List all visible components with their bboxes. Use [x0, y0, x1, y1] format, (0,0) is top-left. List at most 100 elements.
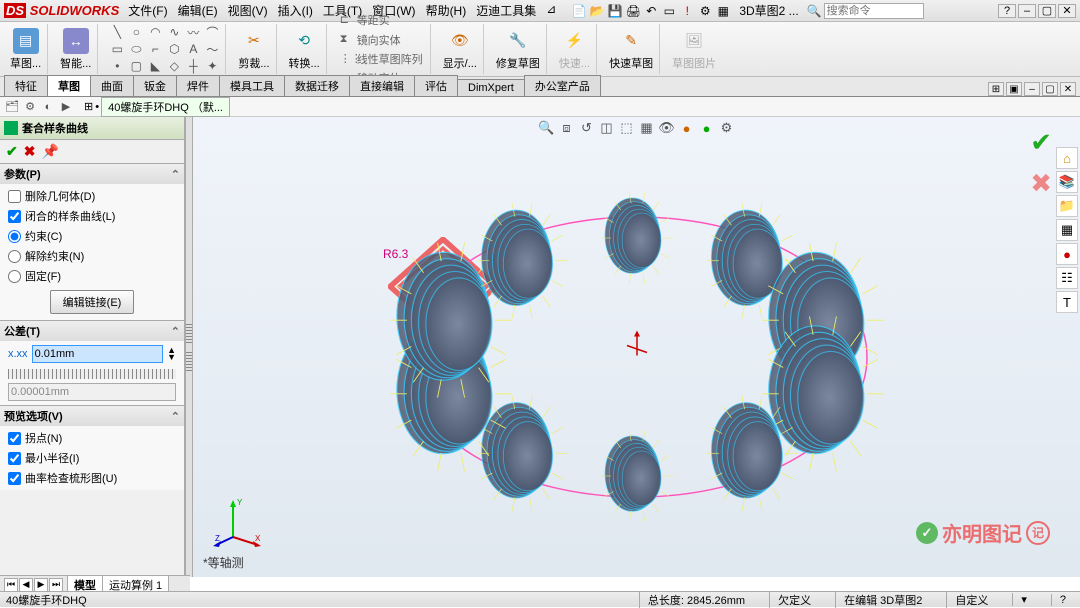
arrow-icon[interactable]: ▶: [58, 99, 74, 115]
ok-button[interactable]: ✔: [6, 143, 18, 160]
forum-icon[interactable]: T: [1056, 291, 1078, 313]
menu-file[interactable]: 文件(F): [125, 0, 170, 21]
tab-dimxpert[interactable]: DimXpert: [457, 79, 525, 96]
delete-geometry-checkbox[interactable]: 删除几何体(D): [8, 188, 176, 204]
maximize-button[interactable]: ▢: [1038, 4, 1056, 18]
mirror-button[interactable]: ⧗镜向实体: [337, 31, 426, 49]
text-icon[interactable]: A: [184, 41, 202, 57]
minimize-button[interactable]: –: [1018, 4, 1036, 18]
new-icon[interactable]: 📄: [571, 3, 587, 19]
tolerance-slider[interactable]: [8, 369, 176, 379]
tab-data[interactable]: 数据迁移: [284, 75, 350, 96]
tab-next-icon[interactable]: ▶: [34, 578, 48, 592]
rapid-button[interactable]: ⚡ 快速...: [557, 26, 592, 73]
mdi-tile-icon[interactable]: ⊞: [988, 82, 1004, 96]
save-icon[interactable]: 💾: [607, 3, 623, 19]
menu-view[interactable]: 视图(V): [225, 0, 271, 21]
trim-button[interactable]: ✂ 剪裁...: [236, 26, 271, 73]
close-button[interactable]: ✕: [1058, 4, 1076, 18]
pane-icon[interactable]: ▦: [715, 3, 731, 19]
scene-icon[interactable]: ●: [698, 119, 716, 137]
sketch-pic-button[interactable]: 🖼 草图图片: [670, 26, 718, 73]
status-help-icon[interactable]: ?: [1051, 594, 1074, 606]
repair-sketch-button[interactable]: 🔧 修复草图: [494, 26, 542, 73]
tab-sheetmetal[interactable]: 钣金: [133, 75, 177, 96]
display-style-icon[interactable]: ▦: [638, 119, 656, 137]
tolerance-fine-input[interactable]: [8, 383, 176, 401]
print-icon[interactable]: 🖨: [625, 3, 641, 19]
document-tab[interactable]: 40螺旋手环DHQ （默...: [101, 97, 230, 117]
smart-dimension-button[interactable]: ↔ 智能...: [58, 26, 93, 73]
open-icon[interactable]: 📂: [589, 3, 605, 19]
zoom-fit-icon[interactable]: 🔍: [538, 119, 556, 137]
droplet-icon[interactable]: ⌒: [203, 24, 221, 40]
offset-button[interactable]: ⊏等距实: [337, 11, 393, 29]
inflection-checkbox[interactable]: 拐点(N): [8, 430, 176, 446]
view-settings-icon[interactable]: ⚙: [718, 119, 736, 137]
point-icon[interactable]: •: [108, 58, 126, 74]
chamfer2-icon[interactable]: ◣: [146, 58, 164, 74]
search-input[interactable]: [824, 3, 924, 19]
section-head-parameters[interactable]: 参数(P)⌃: [0, 164, 184, 184]
arc-icon[interactable]: ◠: [146, 24, 164, 40]
slot-icon[interactable]: ▢: [127, 58, 145, 74]
design-lib-icon[interactable]: 📚: [1056, 171, 1078, 193]
status-custom[interactable]: 自定义: [946, 592, 996, 608]
mdi-cascade-icon[interactable]: ▣: [1006, 82, 1022, 96]
tab-last-icon[interactable]: ⏭: [49, 578, 63, 592]
menu-edit[interactable]: 编辑(E): [175, 0, 221, 21]
tab-sketch[interactable]: 草图: [47, 75, 91, 96]
options-icon[interactable]: ⚙: [697, 3, 713, 19]
fillet-icon[interactable]: ⌐: [146, 41, 164, 57]
linear-pattern-button[interactable]: ⋮⋮线性草图阵列: [337, 50, 426, 68]
accept-icon[interactable]: ✔: [1030, 127, 1052, 158]
rapid2-button[interactable]: ✎ 快速草图: [607, 26, 655, 73]
plane-icon[interactable]: ◇: [165, 58, 183, 74]
spinner-icon[interactable]: ▲▼: [167, 347, 176, 361]
splitter[interactable]: [185, 117, 193, 577]
curvature-comb-checkbox[interactable]: 曲率检查梳形图(U): [8, 470, 176, 486]
fixed-radio[interactable]: 固定(F): [8, 268, 176, 284]
file-explorer-icon[interactable]: 📁: [1056, 195, 1078, 217]
reject-icon[interactable]: ✖: [1030, 168, 1052, 199]
unconstraint-radio[interactable]: 解除约束(N): [8, 248, 176, 264]
exit-sketch-button[interactable]: ▤ 草图...: [8, 26, 43, 73]
tab-mold[interactable]: 模具工具: [219, 75, 285, 96]
spline-icon[interactable]: ∿: [165, 24, 183, 40]
select-icon[interactable]: ▭: [661, 3, 677, 19]
tab-evaluate[interactable]: 评估: [414, 75, 458, 96]
appearance-icon[interactable]: ●: [678, 119, 696, 137]
tab-surface[interactable]: 曲面: [90, 75, 134, 96]
prev-view-icon[interactable]: ↺: [578, 119, 596, 137]
centerline-icon[interactable]: ┼: [184, 58, 202, 74]
tolerance-input[interactable]: [32, 345, 164, 363]
constraint-radio[interactable]: 约束(C): [8, 228, 176, 244]
menu-maidi[interactable]: 迈迪工具集: [473, 0, 539, 21]
edit-links-button[interactable]: 编辑链接(E): [50, 290, 135, 314]
pushpin-icon[interactable]: 📌: [41, 143, 58, 160]
closed-spline-checkbox[interactable]: 闭合的样条曲线(L): [8, 208, 176, 224]
view-palette-icon[interactable]: ▦: [1056, 219, 1078, 241]
view-orient-icon[interactable]: ⬚: [618, 119, 636, 137]
wave-icon[interactable]: 〰: [184, 24, 202, 40]
convert-button[interactable]: ⟲ 转换...: [287, 26, 322, 73]
status-unit-icon[interactable]: ▾: [1012, 593, 1035, 606]
tree-icon[interactable]: 🗂: [4, 99, 20, 115]
menu-insert[interactable]: 插入(I): [275, 0, 316, 21]
rect-icon[interactable]: ▭: [108, 41, 126, 57]
curve-icon[interactable]: 〜: [203, 41, 221, 57]
display-button[interactable]: 👁 显示/...: [441, 26, 479, 73]
section-view-icon[interactable]: ◫: [598, 119, 616, 137]
mdi-max-icon[interactable]: ▢: [1042, 82, 1058, 96]
tab-prev-icon[interactable]: ◀: [19, 578, 33, 592]
menu-pin-icon[interactable]: ⊿: [543, 0, 559, 21]
menu-help[interactable]: 帮助(H): [423, 0, 470, 21]
line-icon[interactable]: ╲: [108, 24, 126, 40]
circle-icon[interactable]: ○: [127, 24, 145, 40]
help-icon[interactable]: ?: [998, 4, 1016, 18]
polygon-icon[interactable]: ⬡: [165, 41, 183, 57]
mdi-min-icon[interactable]: –: [1024, 82, 1040, 96]
tab-directedit[interactable]: 直接编辑: [349, 75, 415, 96]
tab-first-icon[interactable]: ⏮: [4, 578, 18, 592]
config-icon[interactable]: ⚙: [22, 99, 38, 115]
